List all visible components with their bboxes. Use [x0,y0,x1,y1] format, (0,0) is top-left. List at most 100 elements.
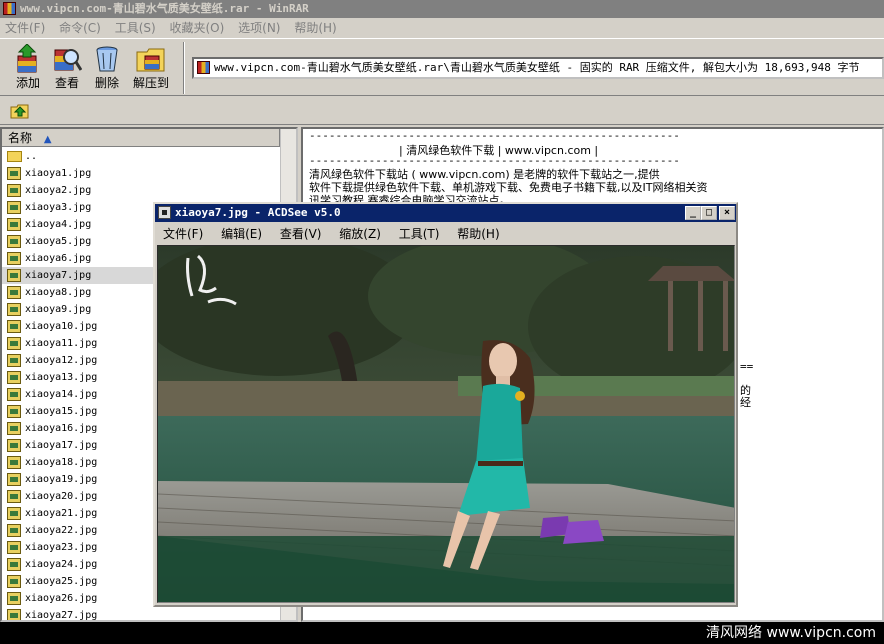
menu-file[interactable]: 文件(F) [0,18,50,38]
menu-options[interactable]: 选项(N) [233,18,285,38]
winrar-titlebar[interactable]: www.vipcn.com-青山碧水气质美女壁纸.rar - WinRAR [0,0,884,18]
comment-fragment-1: == [740,360,754,373]
file-row[interactable]: xiaoya11.jpg [2,335,154,352]
file-name: xiaoya2.jpg [25,185,92,196]
sort-ascending-icon: ▲ [43,134,52,145]
file-name: xiaoya13.jpg [25,372,98,383]
up-folder-icon [10,104,29,119]
file-row[interactable]: xiaoya6.jpg [2,250,154,267]
acd-menu-tools[interactable]: 工具(T) [391,224,446,244]
file-row[interactable]: xiaoya24.jpg [2,556,154,573]
file-name: xiaoya9.jpg [25,304,92,315]
file-name: xiaoya18.jpg [25,457,98,468]
acd-menu-help[interactable]: 帮助(H) [449,224,505,244]
column-header-name[interactable]: 名称 ▲ [2,129,280,147]
file-row[interactable]: xiaoya17.jpg [2,437,154,454]
file-row[interactable]: xiaoya14.jpg [2,386,154,403]
file-row[interactable]: xiaoya13.jpg [2,369,154,386]
acdsee-title-text: xiaoya7.jpg - ACDSee v5.0 [175,206,341,219]
winrar-menubar: 文件(F) 命令(C) 工具(S) 收藏夹(O) 选项(N) 帮助(H) [0,18,884,38]
file-row[interactable]: xiaoya22.jpg [2,522,154,539]
file-row[interactable]: xiaoya12.jpg [2,352,154,369]
comment-rule-top: ----------------------------------------… [309,129,680,142]
file-row[interactable]: xiaoya5.jpg [2,233,154,250]
file-name: xiaoya20.jpg [25,491,98,502]
jpg-file-icon [7,456,21,469]
parent-folder-row[interactable]: .. [2,148,154,165]
extract-to-button-label: 解压到 [132,76,169,90]
view-button[interactable]: 查看 [48,41,86,95]
extract-to-button[interactable]: 解压到 [130,41,172,95]
file-name: xiaoya11.jpg [25,338,98,349]
jpg-file-icon [7,575,21,588]
jpg-file-icon [7,609,21,620]
file-row[interactable]: xiaoya8.jpg [2,284,154,301]
file-name: xiaoya1.jpg [25,168,92,179]
recycle-bin-icon [92,44,122,74]
jpg-file-icon [7,337,21,350]
file-name: xiaoya24.jpg [25,559,98,570]
jpg-file-icon [7,507,21,520]
file-name: xiaoya16.jpg [25,423,98,434]
jpg-file-icon [7,558,21,571]
file-name: xiaoya25.jpg [25,576,98,587]
navigation-bar [0,97,884,125]
jpg-file-icon [7,422,21,435]
file-row[interactable]: xiaoya3.jpg [2,199,154,216]
jpg-file-icon [7,218,21,231]
file-row[interactable]: xiaoya26.jpg [2,590,154,607]
menu-commands[interactable]: 命令(C) [54,18,106,38]
acdsee-app-icon [158,206,171,219]
acdsee-window[interactable]: xiaoya7.jpg - ACDSee v5.0 _ □ × 文件(F) 编辑… [153,202,738,607]
delete-button[interactable]: 删除 [88,41,126,95]
acd-menu-file[interactable]: 文件(F) [155,224,209,244]
file-row[interactable]: xiaoya9.jpg [2,301,154,318]
file-row[interactable]: xiaoya7.jpg [2,267,154,284]
file-row[interactable]: xiaoya21.jpg [2,505,154,522]
menu-favorites[interactable]: 收藏夹(O) [165,18,230,38]
file-name: .. [25,151,38,162]
file-name: xiaoya19.jpg [25,474,98,485]
file-row[interactable]: xiaoya23.jpg [2,539,154,556]
maximize-button[interactable]: □ [701,206,717,220]
file-row[interactable]: xiaoya1.jpg [2,165,154,182]
file-row[interactable]: xiaoya20.jpg [2,488,154,505]
jpg-file-icon [7,524,21,537]
file-row[interactable]: xiaoya15.jpg [2,403,154,420]
image-viewer[interactable] [157,245,735,603]
jpg-file-icon [7,592,21,605]
file-name: xiaoya10.jpg [25,321,98,332]
comment-fragment-3: 经 [740,396,751,409]
add-archive-icon [13,43,43,74]
up-folder-button[interactable] [10,101,30,121]
acd-menu-view[interactable]: 查看(V) [272,224,328,244]
jpg-file-icon [7,269,21,282]
archive-path-text: www.vipcn.com-青山碧水气质美女壁纸.rar\青山碧水气质美女壁纸 … [214,61,860,74]
file-row[interactable]: xiaoya2.jpg [2,182,154,199]
jpg-file-icon [7,320,21,333]
jpg-file-icon [7,473,21,486]
site-watermark: 清风网络 www.vipcn.com [706,625,876,641]
acdsee-titlebar[interactable]: xiaoya7.jpg - ACDSee v5.0 _ □ × [155,204,736,222]
acd-menu-zoom[interactable]: 缩放(Z) [331,224,387,244]
jpg-file-icon [7,303,21,316]
archive-path-bar[interactable]: www.vipcn.com-青山碧水气质美女壁纸.rar\青山碧水气质美女壁纸 … [192,57,884,79]
file-row[interactable]: xiaoya18.jpg [2,454,154,471]
menu-help[interactable]: 帮助(H) [289,18,341,38]
jpg-file-icon [7,371,21,384]
jpg-file-icon [7,439,21,452]
close-button[interactable]: × [719,206,735,220]
add-button[interactable]: 添加 [9,41,47,95]
jpg-file-icon [7,490,21,503]
file-row[interactable]: xiaoya10.jpg [2,318,154,335]
menu-tools[interactable]: 工具(S) [110,18,161,38]
acd-menu-edit[interactable]: 编辑(E) [213,224,268,244]
wallpaper-photo [158,246,734,602]
file-row[interactable]: xiaoya27.jpg [2,607,154,620]
minimize-button[interactable]: _ [685,206,701,220]
file-row[interactable]: xiaoya25.jpg [2,573,154,590]
file-row[interactable]: xiaoya4.jpg [2,216,154,233]
jpg-file-icon [7,541,21,554]
file-row[interactable]: xiaoya19.jpg [2,471,154,488]
file-row[interactable]: xiaoya16.jpg [2,420,154,437]
